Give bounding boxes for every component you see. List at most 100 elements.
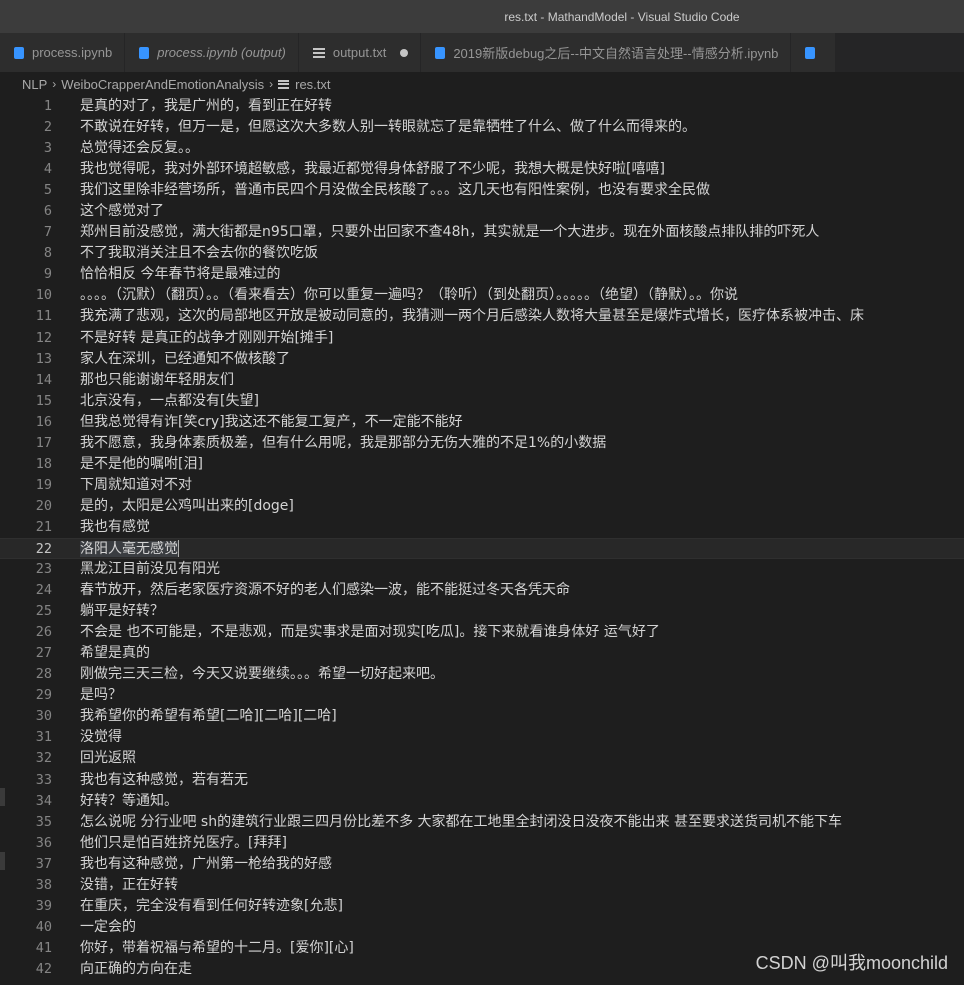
editor-line[interactable]: 24 春节放开，然后老家医疗资源不好的老人们感染一波，能不能挺过冬天各凭天命 <box>0 580 964 601</box>
line-text[interactable]: 希望是真的 <box>80 643 150 664</box>
line-text[interactable]: 洛阳人毫无感觉 <box>80 539 179 560</box>
line-text[interactable]: 是真的对了，我是广州的，看到正在好转 <box>80 96 332 117</box>
editor-line[interactable]: 35 怎么说呢 分行业吧 sh的建筑行业跟三四月份比差不多 大家都在工地里全封闭没… <box>0 812 964 833</box>
selected-text[interactable]: 洛阳人毫无感觉 <box>80 540 178 557</box>
line-text[interactable]: 不是好转 是真正的战争才刚刚开始[摊手] <box>80 328 333 349</box>
line-text[interactable]: 总觉得还会反复。。 <box>80 138 199 159</box>
editor-line[interactable]: 5 我们这里除非经营场所，普通市民四个月没做全民核酸了。。。这几天也有阳性案例，也… <box>0 180 964 201</box>
line-text[interactable]: 是不是他的嘱咐[泪] <box>80 454 203 475</box>
editor-line[interactable]: 27 希望是真的 <box>0 643 964 664</box>
editor-line[interactable]: 13 家人在深圳，已经通知不做核酸了 <box>0 349 964 370</box>
tab-2[interactable]: output.txt <box>298 33 422 72</box>
editor-line[interactable]: 18 是不是他的嘱咐[泪] <box>0 454 964 475</box>
editor-line[interactable]: 26 不会是 也不可能是，不是悲观，而是实事求是面对现实[吃瓜]。接下来就看谁身体… <box>0 622 964 643</box>
editor-line[interactable]: 8 不了我取消关注且不会去你的餐饮吃饭 <box>0 243 964 264</box>
line-text[interactable]: 我也有这种感觉，若有若无 <box>80 770 248 791</box>
editor-line[interactable]: 15 北京没有，一点都没有[失望] <box>0 391 964 412</box>
line-text[interactable]: 下周就知道对不对 <box>80 475 192 496</box>
tab-overflow[interactable] <box>791 33 837 72</box>
editor-line[interactable]: 38 没错，正在好转 <box>0 875 964 896</box>
line-text[interactable]: 不敢说在好转，但万一是，但愿这次大多数人别一转眼就忘了是靠牺牲了什么、做了什么而… <box>80 117 696 138</box>
line-text[interactable]: 郑州目前没感觉，满大街都是n95口罩，只要外出回家不查48h，其实就是一个大进步… <box>80 222 819 243</box>
line-number: 37 <box>35 855 52 872</box>
editor-line[interactable]: 3 总觉得还会反复。。 <box>0 138 964 159</box>
editor-line[interactable]: 6 这个感觉对了 <box>0 201 964 222</box>
line-text[interactable]: 我也有感觉 <box>80 517 150 538</box>
line-text[interactable]: 回光返照 <box>80 748 136 769</box>
editor-line[interactable]: 32 回光返照 <box>0 748 964 769</box>
unsaved-dot-icon[interactable] <box>400 48 409 57</box>
tab-1[interactable]: process.ipynb (output) <box>125 33 299 72</box>
line-text[interactable]: 不了我取消关注且不会去你的餐饮吃饭 <box>80 243 318 264</box>
tab-0[interactable]: process.ipynb <box>0 33 126 72</box>
editor-line[interactable]: 16 但我总觉得有诈[笑cry]我这还不能复工复产，不一定能不能好 <box>0 412 964 433</box>
editor-line[interactable]: 20 是的，太阳是公鸡叫出来的[doge] <box>0 496 964 517</box>
line-text[interactable]: 是的，太阳是公鸡叫出来的[doge] <box>80 496 294 517</box>
line-text[interactable]: 黑龙江目前没见有阳光 <box>80 559 220 580</box>
editor-line[interactable]: 33 我也有这种感觉，若有若无 <box>0 770 964 791</box>
line-text[interactable]: 我不愿意，我身体素质极差，但有什么用呢，我是那部分无伤大雅的不足1%的小数据 <box>80 433 606 454</box>
editor-line[interactable]: 28 刚做完三天三检，今天又说要继续。。。希望一切好起来吧。 <box>0 664 964 685</box>
editor-line[interactable]: 1 是真的对了，我是广州的，看到正在好转 <box>0 96 964 117</box>
editor-line[interactable]: 11 我充满了悲观，这次的局部地区开放是被动同意的，我猜测一两个月后感染人数将大量… <box>0 306 964 327</box>
line-text[interactable]: 我也觉得呢，我对外部环境超敏感，我最近都觉得身体舒服了不少呢，我想大概是快好啦[… <box>80 159 665 180</box>
tab-3[interactable]: 2019新版debug之后--中文自然语言处理--情感分析.ipynb <box>421 33 792 72</box>
line-text[interactable]: 不会是 也不可能是，不是悲观，而是实事求是面对现实[吃瓜]。接下来就看谁身体好 … <box>80 622 660 643</box>
editor-line[interactable]: 19 下周就知道对不对 <box>0 475 964 496</box>
line-text[interactable]: 怎么说呢 分行业吧 sh的建筑行业跟三四月份比差不多 大家都在工地里全封闭没日没… <box>80 812 842 833</box>
editor-line[interactable]: 23 黑龙江目前没见有阳光 <box>0 559 964 580</box>
editor-line[interactable]: 34 好转？等通知。 <box>0 791 964 812</box>
editor-line[interactable]: 21 我也有感觉 <box>0 517 964 538</box>
line-text[interactable]: 我希望你的希望有希望[二哈][二哈][二哈] <box>80 706 337 727</box>
editor-line[interactable]: 17 我不愿意，我身体素质极差，但有什么用呢，我是那部分无伤大雅的不足1%的小数据 <box>0 433 964 454</box>
line-text[interactable]: 我也有这种感觉，广州第一枪给我的好感 <box>80 854 332 875</box>
line-text[interactable]: 家人在深圳，已经通知不做核酸了 <box>80 349 290 370</box>
line-number: 35 <box>35 813 52 830</box>
line-text[interactable]: 我们这里除非经营场所，普通市民四个月没做全民核酸了。。。这几天也有阳性案例，也没… <box>80 180 710 201</box>
editor-line[interactable]: 39 在重庆，完全没有看到任何好转迹象[允悲] <box>0 896 964 917</box>
editor-line[interactable]: 30 我希望你的希望有希望[二哈][二哈][二哈] <box>0 706 964 727</box>
line-text[interactable]: 这个感觉对了 <box>80 201 164 222</box>
editor-line[interactable]: 22 洛阳人毫无感觉 <box>0 537 964 560</box>
editor-line[interactable]: 29 是吗？ <box>0 685 964 706</box>
line-text[interactable]: 但我总觉得有诈[笑cry]我这还不能复工复产，不一定能不能好 <box>80 412 463 433</box>
editor-line[interactable]: 31 没觉得 <box>0 727 964 748</box>
line-text[interactable]: 我充满了悲观，这次的局部地区开放是被动同意的，我猜测一两个月后感染人数将大量甚至… <box>80 306 864 327</box>
editor-line[interactable]: 7 郑州目前没感觉，满大街都是n95口罩，只要外出回家不查48h，其实就是一个大进… <box>0 222 964 243</box>
line-text[interactable]: 一定会的 <box>80 917 136 938</box>
editor-line[interactable]: 9 恰恰相反 今年春节将是最难过的 <box>0 264 964 285</box>
line-number: 1 <box>43 98 52 114</box>
line-number: 42 <box>35 960 52 977</box>
line-text[interactable]: 向正确的方向在走 <box>80 959 192 980</box>
line-text[interactable]: 好转？等通知。 <box>80 791 178 812</box>
line-text[interactable]: 没错，正在好转 <box>80 875 178 896</box>
breadcrumb-root[interactable]: NLP <box>22 77 47 92</box>
line-text[interactable]: 那也只能谢谢年轻朋友们 <box>80 370 234 391</box>
line-number: 33 <box>35 771 52 788</box>
editor-line[interactable]: 40 一定会的 <box>0 917 964 938</box>
line-number: 16 <box>35 413 52 430</box>
line-text[interactable]: 是吗？ <box>80 685 122 706</box>
editor-line[interactable]: 12 不是好转 是真正的战争才刚刚开始[摊手] <box>0 328 964 349</box>
editor-text-area[interactable]: 1 是真的对了，我是广州的，看到正在好转 2 不敢说在好转，但万一是，但愿这次大多数人… <box>0 96 964 985</box>
breadcrumb-file[interactable]: res.txt <box>295 77 330 92</box>
editor-line[interactable]: 2 不敢说在好转，但万一是，但愿这次大多数人别一转眼就忘了是靠牺牲了什么、做了什么… <box>0 117 964 138</box>
editor-line[interactable]: 10 。。。。（沉默）（翻页）。。（看来看去）你可以重复一遍吗？（聆听）（到处翻页… <box>0 285 964 306</box>
line-text[interactable]: 恰恰相反 今年春节将是最难过的 <box>80 264 280 285</box>
breadcrumb-folder[interactable]: WeiboCrapperAndEmotionAnalysis <box>61 77 264 92</box>
line-text[interactable]: 北京没有，一点都没有[失望] <box>80 391 259 412</box>
line-text[interactable]: 没觉得 <box>80 727 122 748</box>
line-text[interactable]: 他们只是怕百姓挤兑医疗。[拜拜] <box>80 833 287 854</box>
line-text[interactable]: 在重庆，完全没有看到任何好转迹象[允悲] <box>80 896 343 917</box>
line-text[interactable]: 。。。。（沉默）（翻页）。。（看来看去）你可以重复一遍吗？（聆听）（到处翻页）。… <box>80 285 738 306</box>
line-text[interactable]: 你好，带着祝福与希望的十二月。[爱你][心] <box>80 938 354 959</box>
editor-line[interactable]: 25 躺平是好转？ <box>0 601 964 622</box>
editor-line[interactable]: 14 那也只能谢谢年轻朋友们 <box>0 370 964 391</box>
line-text[interactable]: 刚做完三天三检，今天又说要继续。。。希望一切好起来吧。 <box>80 664 444 685</box>
line-text[interactable]: 躺平是好转？ <box>80 601 164 622</box>
line-text[interactable]: 春节放开，然后老家医疗资源不好的老人们感染一波，能不能挺过冬天各凭天命 <box>80 580 570 601</box>
line-number: 13 <box>35 350 52 367</box>
editor-line[interactable]: 4 我也觉得呢，我对外部环境超敏感，我最近都觉得身体舒服了不少呢，我想大概是快好啦… <box>0 159 964 180</box>
editor-line[interactable]: 37 我也有这种感觉，广州第一枪给我的好感 <box>0 854 964 875</box>
editor-line[interactable]: 36 他们只是怕百姓挤兑医疗。[拜拜] <box>0 833 964 854</box>
